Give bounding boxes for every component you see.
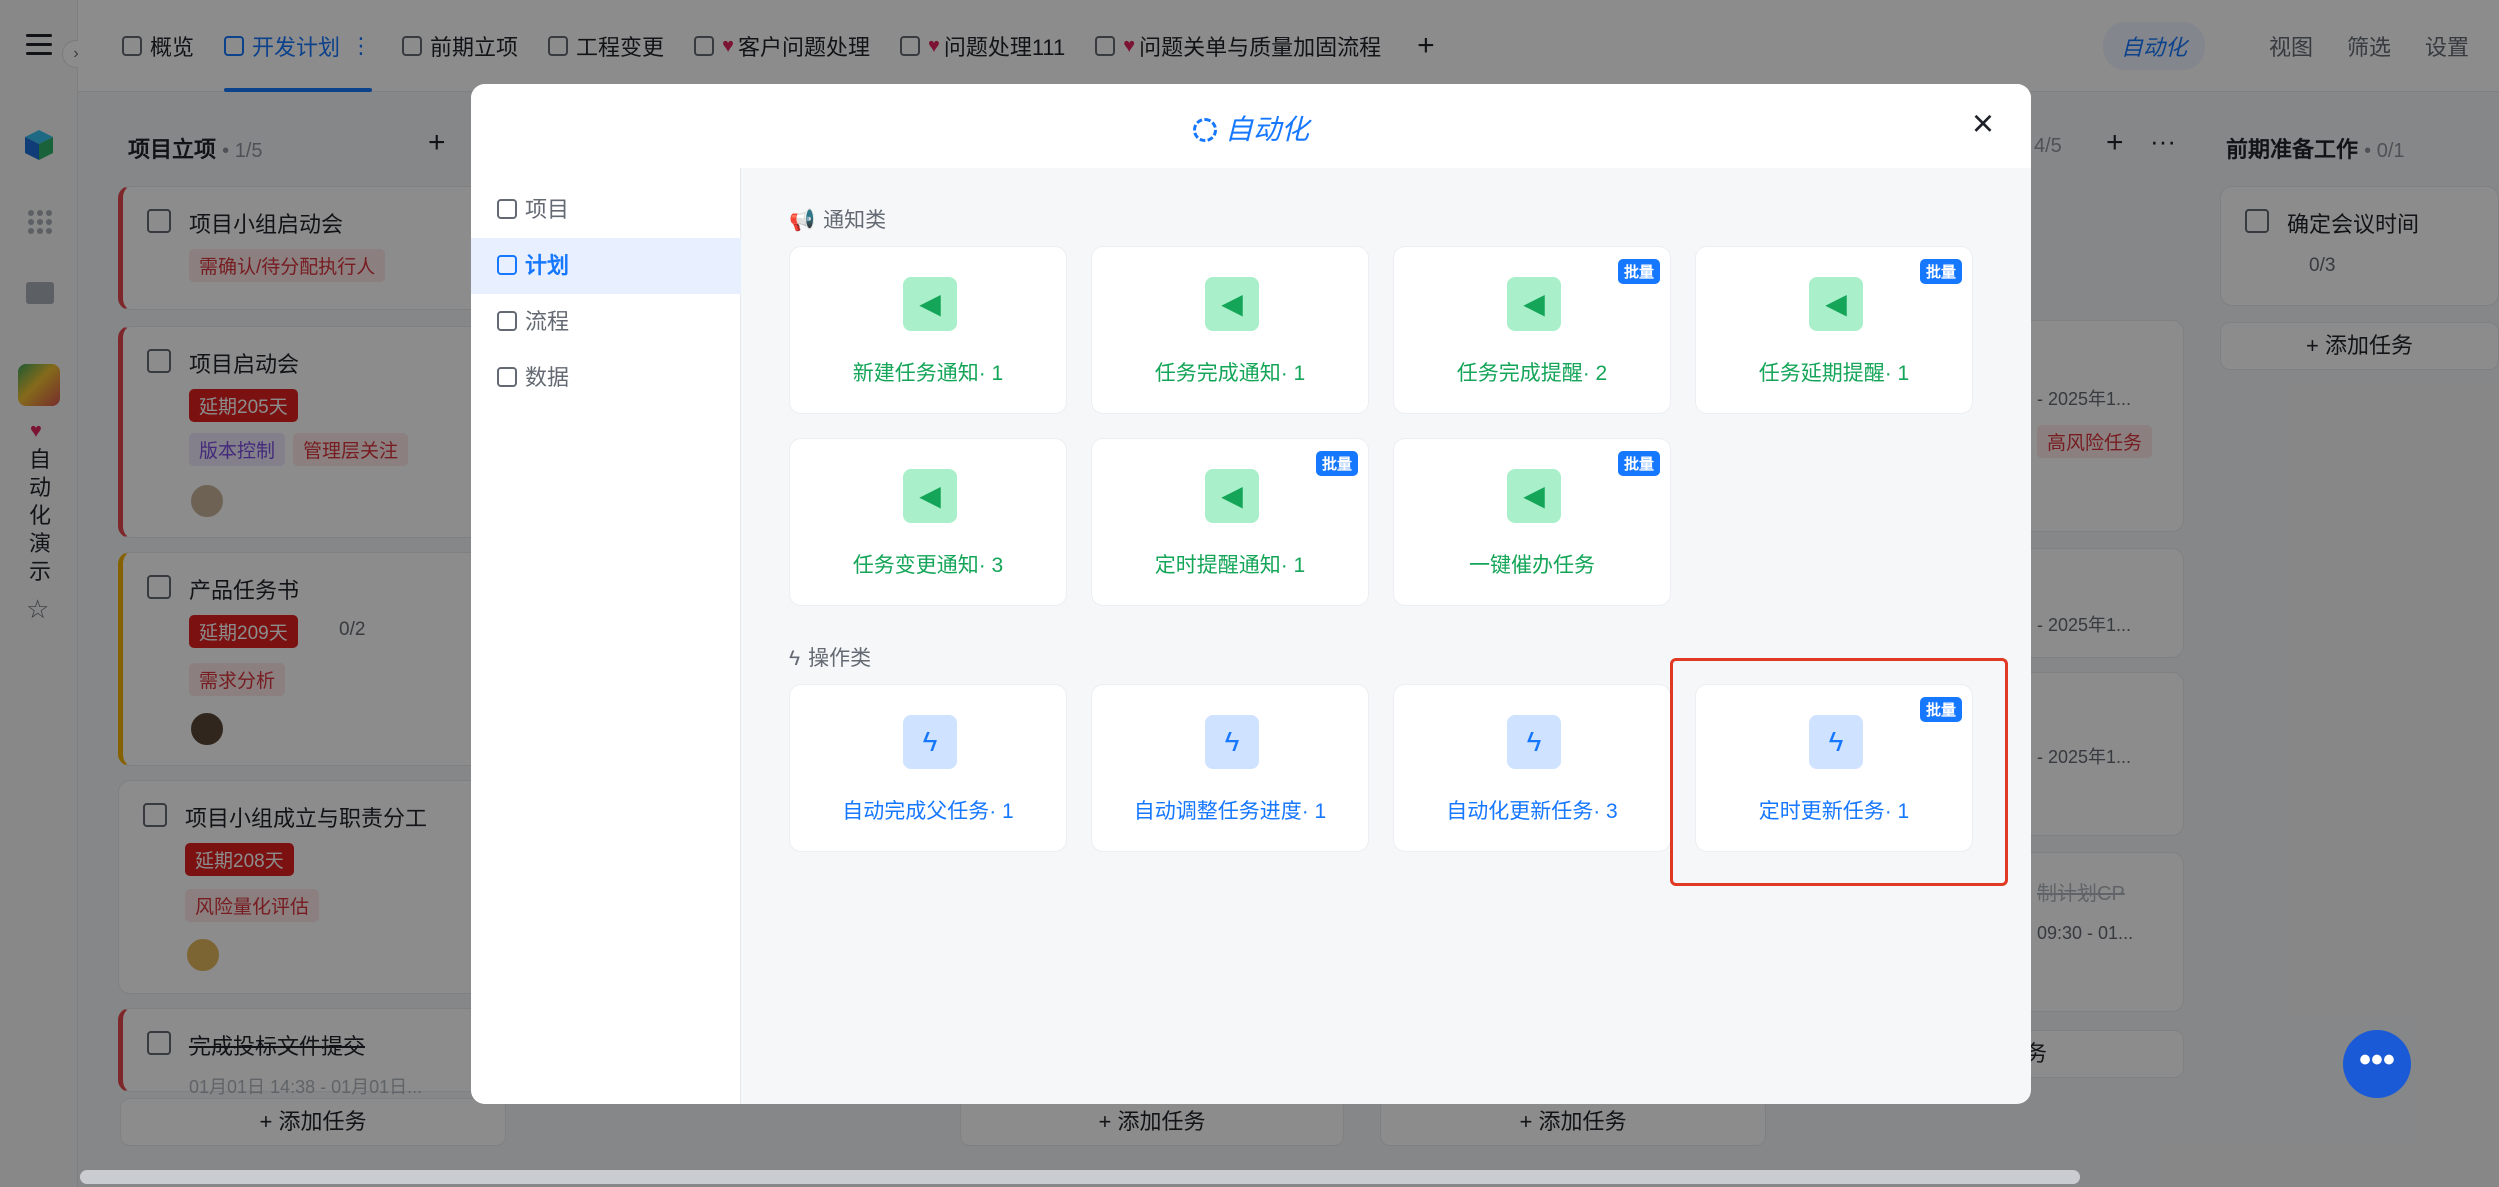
batch-badge: 批量 (1617, 259, 1660, 284)
automation-card-task-change-notify[interactable]: ◀ 任务变更通知· 3 (789, 438, 1067, 606)
batch-badge: 批量 (1919, 259, 1962, 284)
card-label: 定时提醒通知· 1 (1154, 554, 1306, 577)
sidebar-item-data[interactable]: 数据 (471, 350, 741, 406)
automation-modal: 自动化 × 项目 计划 流程 数据 📢 通知类 ◀ 新建任务通知· 1 ◀ 任务完… (471, 84, 2031, 1104)
lightning-icon: ϟ (789, 647, 801, 670)
automation-card-new-task-notify[interactable]: ◀ 新建任务通知· 1 (789, 246, 1067, 414)
sidebar-item-project[interactable]: 项目 (471, 182, 741, 238)
sidebar-item-plan[interactable]: 计划 (471, 238, 741, 294)
chat-fab-button[interactable]: ••• (2343, 1030, 2411, 1098)
card-label: 任务延期提醒· 1 (1758, 362, 1910, 385)
card-label: 自动化更新任务· 3 (1446, 800, 1618, 823)
data-icon (497, 367, 517, 387)
automation-card-auto-update-task[interactable]: ϟ 自动化更新任务· 3 (1393, 684, 1671, 852)
section-operation: ϟ 操作类 (789, 647, 872, 670)
card-label: 任务完成提醒· 2 (1456, 362, 1608, 385)
automation-card-auto-adjust-progress[interactable]: ϟ 自动调整任务进度· 1 (1091, 684, 1369, 852)
megaphone-icon: ◀ (1205, 277, 1259, 331)
automation-card-task-done-notify[interactable]: ◀ 任务完成通知· 1 (1091, 246, 1369, 414)
card-label: 任务完成通知· 1 (1154, 362, 1306, 385)
batch-badge: 批量 (1617, 451, 1660, 476)
automation-icon (1192, 118, 1217, 142)
project-icon (497, 199, 517, 219)
horizontal-scrollbar[interactable] (80, 1170, 2080, 1184)
card-label: 一键催办任务 (1469, 554, 1595, 577)
automation-card-one-click-urge[interactable]: 批量 ◀ 一键催办任务 (1393, 438, 1671, 606)
megaphone-icon: ◀ (1507, 277, 1561, 331)
card-label: 新建任务通知· 1 (852, 362, 1004, 385)
megaphone-icon: ◀ (1205, 469, 1259, 523)
modal-sidebar: 项目 计划 流程 数据 (471, 168, 741, 1104)
lightning-icon: ϟ (1205, 715, 1259, 769)
megaphone-icon: ◀ (1507, 469, 1561, 523)
lightning-icon: ϟ (1507, 715, 1561, 769)
automation-card-scheduled-remind[interactable]: 批量 ◀ 定时提醒通知· 1 (1091, 438, 1369, 606)
close-icon[interactable]: × (1961, 102, 2005, 146)
section-notify: 📢 通知类 (789, 209, 887, 232)
automation-card-task-delay-remind[interactable]: 批量 ◀ 任务延期提醒· 1 (1695, 246, 1973, 414)
lightning-icon: ϟ (903, 715, 957, 769)
megaphone-icon: ◀ (1809, 277, 1863, 331)
highlight-annotation (1670, 658, 2008, 886)
megaphone-icon: ◀ (903, 277, 957, 331)
modal-header: 自动化 × (471, 84, 2031, 168)
card-label: 自动调整任务进度· 1 (1133, 800, 1327, 823)
megaphone-icon: 📢 (789, 209, 816, 232)
megaphone-icon: ◀ (903, 469, 957, 523)
plan-icon (497, 255, 517, 275)
sidebar-item-flow[interactable]: 流程 (471, 294, 741, 350)
automation-card-auto-complete-parent[interactable]: ϟ 自动完成父任务· 1 (789, 684, 1067, 852)
card-label: 自动完成父任务· 1 (842, 800, 1014, 823)
modal-title: 自动化 (471, 108, 2031, 148)
card-label: 任务变更通知· 3 (852, 554, 1004, 577)
automation-card-task-done-remind[interactable]: 批量 ◀ 任务完成提醒· 2 (1393, 246, 1671, 414)
batch-badge: 批量 (1315, 451, 1358, 476)
flow-icon (497, 311, 517, 331)
